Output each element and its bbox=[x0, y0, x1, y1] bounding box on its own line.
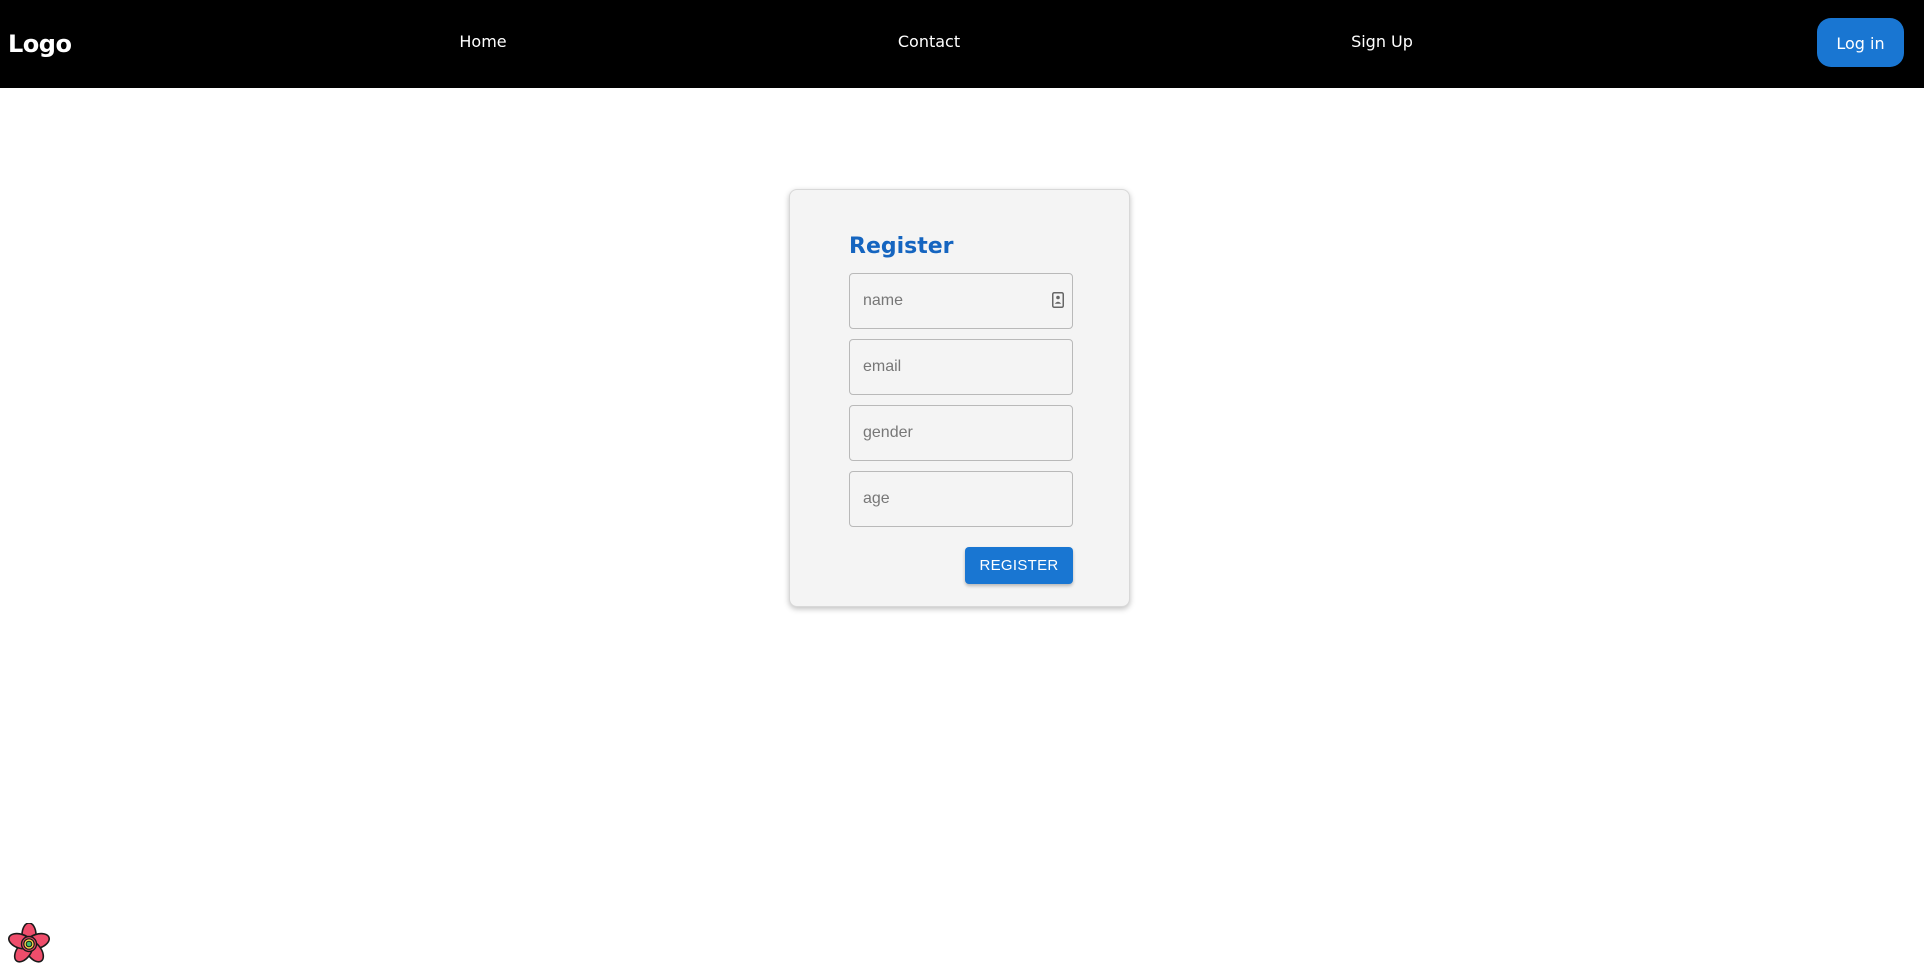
nav-link-contact[interactable]: Contact bbox=[898, 30, 960, 54]
nav-link-sign-up[interactable]: Sign Up bbox=[1351, 30, 1413, 54]
contact-card-icon[interactable] bbox=[1052, 292, 1064, 308]
name-field[interactable] bbox=[849, 273, 1073, 329]
register-title: Register bbox=[849, 234, 954, 259]
gender-field[interactable] bbox=[849, 405, 1073, 461]
register-button[interactable]: REGISTER bbox=[965, 547, 1073, 584]
email-field[interactable] bbox=[849, 339, 1073, 395]
login-button[interactable]: Log in bbox=[1817, 18, 1904, 67]
register-card: Register REGISTER bbox=[789, 189, 1130, 607]
top-navbar: Logo Home Contact Sign Up Log in bbox=[0, 0, 1924, 88]
react-query-devtools-flower-icon[interactable] bbox=[8, 923, 50, 965]
age-field[interactable] bbox=[849, 471, 1073, 527]
nav-link-home[interactable]: Home bbox=[459, 30, 506, 54]
logo[interactable]: Logo bbox=[8, 28, 72, 60]
